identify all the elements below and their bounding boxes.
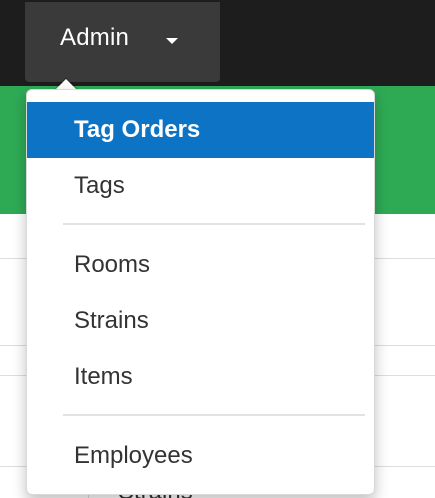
menu-item-items[interactable]: Items — [27, 349, 374, 405]
menu-item-tags[interactable]: Tags — [27, 158, 374, 214]
admin-dropdown-menu: Tag Orders Tags Rooms Strains Items Empl… — [26, 89, 375, 495]
menu-item-label: Employees — [74, 442, 193, 469]
menu-item-employees[interactable]: Employees — [27, 428, 374, 484]
menu-item-label: Strains — [74, 307, 149, 334]
app-screen: Admin Strains Tag Orders Tags Rooms Stra… — [0, 0, 435, 498]
admin-menu-label: Admin — [60, 24, 130, 51]
menu-item-label: Tags — [74, 172, 125, 199]
menu-item-label: Rooms — [74, 251, 151, 278]
menu-item-label: Tag Orders — [74, 116, 201, 143]
admin-menu-toggle[interactable]: Admin — [25, 2, 220, 82]
menu-item-label: Items — [74, 363, 133, 390]
menu-item-rooms[interactable]: Rooms — [27, 237, 374, 293]
top-navbar: Admin — [0, 0, 435, 86]
menu-item-strains[interactable]: Strains — [27, 293, 374, 349]
menu-item-tag-orders[interactable]: Tag Orders — [27, 102, 374, 158]
menu-divider — [63, 223, 365, 225]
menu-divider — [63, 414, 365, 416]
caret-down-icon — [166, 38, 178, 44]
